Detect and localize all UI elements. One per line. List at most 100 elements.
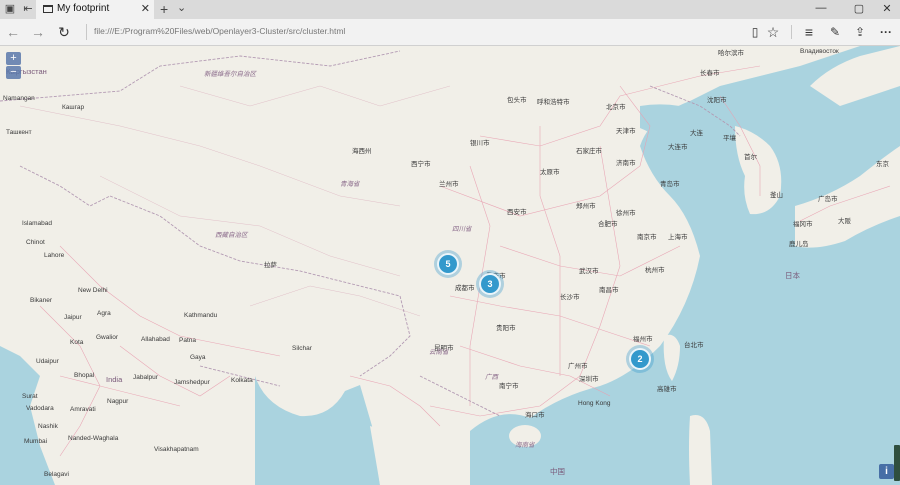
- map-label: 南宁市: [499, 383, 519, 390]
- set-tabs-aside-icon[interactable]: ⇤: [20, 2, 36, 17]
- map-label: Ташкент: [6, 129, 32, 136]
- zoom-controls: + −: [6, 52, 21, 80]
- map-label: Kathmandu: [184, 312, 218, 319]
- map-label: 新疆维吾尔自治区: [204, 71, 256, 78]
- close-tab-icon[interactable]: ✕: [141, 2, 150, 16]
- map-label: 兰州市: [439, 181, 459, 188]
- map-label: Amravati: [70, 406, 96, 413]
- map-label: 杭州市: [645, 267, 665, 274]
- map-label: 长沙市: [560, 294, 580, 301]
- hub-icon[interactable]: ≡: [799, 23, 819, 41]
- map-label: 西宁市: [411, 161, 431, 168]
- share-icon[interactable]: ⇪: [850, 23, 870, 41]
- map-label: Agra: [97, 310, 111, 317]
- map-label: 中国: [550, 467, 565, 476]
- map-label: 长春市: [700, 70, 720, 77]
- map-label: 四川省: [452, 226, 472, 233]
- more-icon[interactable]: ···: [876, 23, 896, 41]
- map-label: 北京市: [606, 104, 626, 111]
- map-label: 石家庄市: [576, 148, 602, 155]
- map-label: 拉萨: [264, 262, 277, 269]
- tab-my-footprint[interactable]: My footprint ✕: [36, 0, 154, 19]
- tab-preview-icon[interactable]: ▣: [2, 2, 18, 17]
- reading-view-icon[interactable]: ▯: [745, 23, 765, 41]
- map-viewport[interactable]: Владивосток Кыргызстан Namangan Ташкент …: [0, 46, 900, 485]
- address-divider: [86, 24, 87, 40]
- map-label: 上海市: [668, 234, 688, 241]
- refresh-button[interactable]: ↻: [54, 23, 74, 41]
- map-label: Kota: [70, 339, 84, 346]
- minimize-button[interactable]: —: [811, 2, 831, 14]
- map-label: 沈阳市: [707, 97, 727, 104]
- map-label: 台北市: [684, 342, 704, 349]
- forward-button[interactable]: →: [28, 23, 48, 41]
- map-label: 徐州市: [616, 210, 636, 217]
- map-label: 海口市: [525, 412, 545, 419]
- map-label: 合肥市: [598, 221, 618, 228]
- map-label: 银川市: [470, 140, 490, 147]
- map-label: 南京市: [637, 234, 657, 241]
- toolbar-divider: [791, 25, 792, 39]
- new-tab-button[interactable]: +: [160, 1, 168, 17]
- tab-list-chevron-icon[interactable]: ⌄: [177, 1, 186, 14]
- map-label: Belagavi: [44, 471, 69, 478]
- zoom-out-button[interactable]: −: [6, 66, 21, 79]
- map-label: 大连: [690, 130, 703, 137]
- close-window-button[interactable]: ✕: [877, 2, 897, 15]
- title-bar: ▣ ⇤ My footprint ✕ + ⌄ — ▢ ✕: [0, 0, 900, 19]
- map-label: India: [106, 375, 123, 384]
- map-label: Kolkata: [231, 377, 253, 384]
- map-label: 西藏自治区: [215, 232, 248, 239]
- map-label: Lahore: [44, 252, 65, 259]
- page-icon: [43, 5, 53, 13]
- map-label: 天津市: [616, 128, 636, 135]
- map-label: 大连市: [668, 144, 688, 151]
- attribution-info-button[interactable]: i: [879, 464, 894, 479]
- map-label: 南昌市: [599, 287, 619, 294]
- map-label: 西安市: [507, 209, 527, 216]
- map-label: Владивосток: [800, 48, 839, 55]
- web-note-icon[interactable]: ✎: [825, 23, 845, 41]
- map-label: Namangan: [3, 95, 35, 102]
- maximize-button[interactable]: ▢: [849, 2, 869, 15]
- favorite-star-icon[interactable]: ☆: [763, 23, 783, 41]
- map-label: 成都市: [455, 285, 475, 292]
- map-label: 广岛市: [818, 196, 838, 203]
- map-label: 武汉市: [579, 268, 599, 275]
- map-label: Nashik: [38, 423, 58, 430]
- back-button[interactable]: ←: [3, 23, 23, 41]
- map-label: 济南市: [616, 160, 636, 167]
- map-label: Allahabad: [141, 336, 170, 343]
- map-label: Gwalior: [96, 334, 119, 341]
- scrollbar-thumb[interactable]: [894, 445, 900, 481]
- map-label: 云南省: [429, 349, 449, 356]
- map-label: Gaya: [190, 354, 206, 361]
- map-label: 首尔: [744, 154, 757, 161]
- map-label: 广西: [485, 374, 498, 381]
- map-label: Jamshedpur: [174, 379, 210, 386]
- map-label: Nagpur: [107, 398, 129, 405]
- map-label: Visakhapatnam: [154, 446, 199, 453]
- cluster-marker[interactable]: 3: [479, 273, 501, 295]
- map-label: 海西州: [352, 148, 372, 155]
- map-label: 广州市: [568, 363, 588, 370]
- map-label: 太原市: [540, 169, 560, 176]
- map-label: Mumbai: [24, 438, 48, 445]
- map-label: Udaipur: [36, 358, 59, 365]
- cluster-marker[interactable]: 5: [437, 253, 459, 275]
- map-label: 平壤: [723, 135, 736, 142]
- zoom-in-button[interactable]: +: [6, 52, 21, 65]
- map-label: 福州市: [633, 336, 653, 343]
- map-label: Bhopal: [74, 372, 95, 379]
- tab-title: My footprint: [57, 3, 110, 14]
- address-bar[interactable]: file:///E:/Program%20Files/web/Openlayer…: [94, 26, 345, 36]
- map-label: 福冈市: [793, 221, 813, 228]
- map-label: Bikaner: [30, 297, 53, 304]
- map-label: 哈尔滨市: [718, 50, 744, 57]
- map-label: 海南省: [515, 442, 535, 449]
- cluster-marker[interactable]: 2: [629, 348, 651, 370]
- map-label: 日本: [785, 271, 800, 280]
- map-label: 东京: [876, 161, 889, 168]
- map-label: Patna: [179, 337, 196, 344]
- map-label: 包头市: [507, 97, 527, 104]
